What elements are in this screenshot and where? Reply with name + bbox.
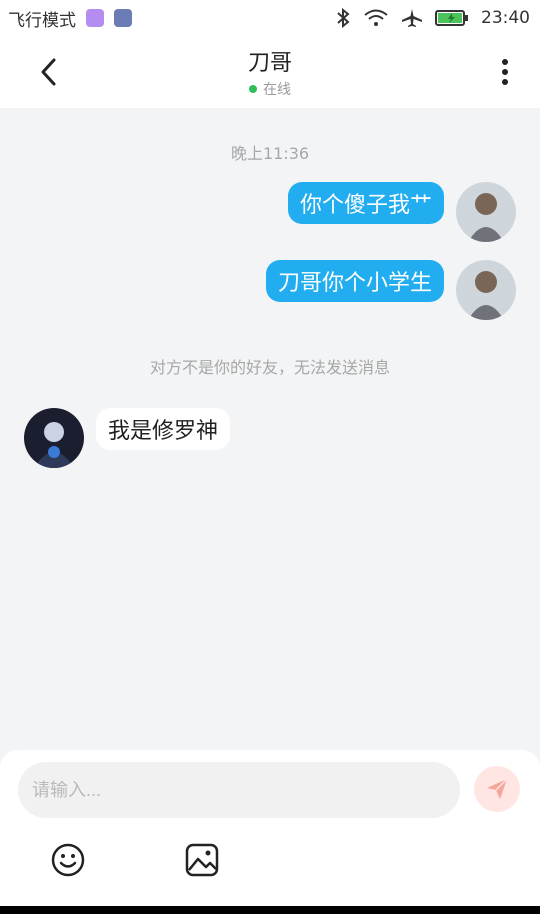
send-icon xyxy=(487,778,508,799)
chat-area[interactable]: 晚上11:36 你个傻子我艹 刀哥你个小学生 对方不是你的好友，无法发送消息 我… xyxy=(0,108,540,750)
avatar[interactable] xyxy=(456,182,516,242)
system-nav-bar xyxy=(0,906,540,914)
more-options-button[interactable] xyxy=(490,54,520,90)
message-row: 你个傻子我艹 xyxy=(0,182,540,244)
composer xyxy=(0,750,540,906)
online-status-label: 在线 xyxy=(262,82,291,98)
app-notification-icon xyxy=(86,9,104,27)
emoji-button[interactable] xyxy=(48,840,88,880)
timestamp: 晚上11:36 xyxy=(230,144,310,163)
battery-icon xyxy=(435,10,468,26)
more-vert-icon xyxy=(502,59,508,85)
contact-avatar-icon xyxy=(24,408,84,468)
image-icon xyxy=(185,843,219,877)
airplane-icon xyxy=(402,9,422,27)
system-notice: 对方不是你的好友，无法发送消息 xyxy=(149,358,390,377)
online-status: 在线 xyxy=(248,79,292,99)
airplane-mode-label: 飞行模式 xyxy=(8,10,76,31)
avatar[interactable] xyxy=(456,260,516,320)
back-button[interactable] xyxy=(30,54,66,90)
avatar[interactable] xyxy=(24,408,84,468)
message-bubble-outgoing[interactable]: 你个傻子我艹 xyxy=(287,182,444,224)
message-row: 我是修罗神 xyxy=(0,408,540,470)
online-dot-icon xyxy=(248,85,257,93)
emoji-icon xyxy=(51,843,85,877)
image-button[interactable] xyxy=(182,840,222,880)
status-bar: 飞行模式 23:40 xyxy=(0,0,540,36)
user-avatar-icon xyxy=(456,182,516,242)
bluetooth-icon xyxy=(337,8,350,28)
status-right: 23:40 xyxy=(335,8,530,28)
gallery-notification-icon xyxy=(114,9,132,27)
contact-title: 刀哥 在线 xyxy=(248,45,292,99)
back-arrow-icon xyxy=(41,58,56,86)
message-input[interactable] xyxy=(18,762,460,818)
message-row: 刀哥你个小学生 xyxy=(0,260,540,322)
message-bubble-incoming[interactable]: 我是修罗神 xyxy=(96,408,231,450)
message-bubble-outgoing[interactable]: 刀哥你个小学生 xyxy=(265,260,444,302)
send-button[interactable] xyxy=(474,766,520,812)
clock: 23:40 xyxy=(481,8,530,28)
chat-header: 刀哥 在线 xyxy=(0,36,540,108)
wifi-icon xyxy=(364,9,388,26)
status-left: 飞行模式 xyxy=(8,6,132,31)
user-avatar-icon xyxy=(456,260,516,320)
contact-name: 刀哥 xyxy=(247,51,292,76)
